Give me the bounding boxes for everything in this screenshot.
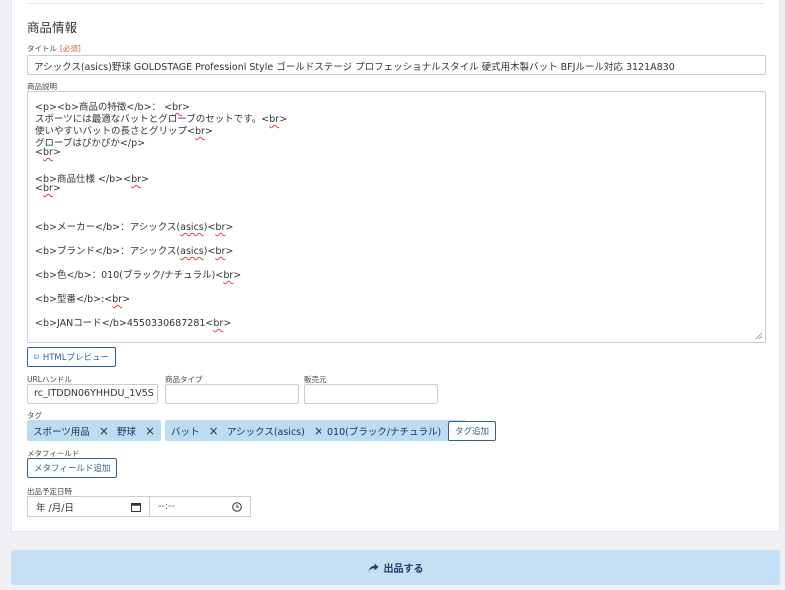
description-line: <br>: [35, 183, 61, 194]
tag-label: スポーツ用品: [33, 426, 90, 438]
tag-chip: 野球 ×: [111, 420, 162, 441]
html-preview-button[interactable]: HTMLプレビュー: [27, 347, 116, 367]
schedule-time-input[interactable]: --:--: [149, 496, 251, 517]
tag-label: アシックス(asics): [227, 426, 305, 438]
description-line: <br>: [35, 147, 61, 158]
product-type-input[interactable]: [165, 384, 299, 404]
tag-label: 010(ブラック/ナチュラル): [327, 426, 442, 438]
description-line: <b>色</b>：010(ブラック/ナチュラル)<br>: [35, 270, 242, 281]
product-info-panel: 商品情報 タイトル [必須] アシックス(asics)野球 GOLDSTAGE P…: [11, 0, 780, 532]
remove-tag-icon[interactable]: ×: [145, 424, 155, 438]
remove-tag-icon[interactable]: ×: [209, 424, 219, 438]
calendar-icon[interactable]: [131, 502, 141, 512]
divider: [27, 3, 764, 4]
tag-chip: 010(ブラック/ナチュラル) ×: [321, 420, 467, 441]
tag-label: バット: [171, 426, 200, 438]
tag-chip: バット ×: [165, 420, 225, 441]
tag-label: 野球: [117, 426, 137, 438]
tag-chip: スポーツ用品 ×: [27, 420, 115, 441]
remove-tag-icon[interactable]: ×: [99, 424, 109, 438]
time-placeholder: --:--: [158, 501, 175, 512]
monitor-icon: [34, 354, 39, 359]
required-mark: [必須]: [60, 44, 81, 53]
title-input[interactable]: アシックス(asics)野球 GOLDSTAGE Professionl Sty…: [27, 55, 766, 75]
description-line: <b>ブランド</b>：アシックス(asics)<br>: [35, 246, 234, 257]
description-line: <b>型番</b>:<br>: [35, 294, 131, 305]
submit-label: 出品する: [383, 564, 424, 575]
add-metafield-button[interactable]: メタフィールド追加: [27, 458, 118, 478]
description-line: <b>JANコード</b>4550330687281<br>: [35, 318, 232, 329]
description-line: <b>メーカー</b>：アシックス(asics)<br>: [35, 222, 234, 233]
clock-icon[interactable]: [232, 501, 242, 512]
html-preview-label: HTMLプレビュー: [42, 353, 109, 363]
tag-chip: アシックス(asics) ×: [221, 420, 330, 441]
add-tag-button[interactable]: タグ追加: [448, 421, 497, 441]
submit-listing-button[interactable]: 出品する: [11, 550, 780, 585]
url-handle-input[interactable]: rc_ITDDN06YHHDU_1V5S: [27, 384, 158, 404]
date-placeholder: 年 /月/日: [36, 502, 74, 514]
section-title: 商品情報: [27, 20, 78, 35]
title-label: タイトル [必須]: [27, 44, 81, 53]
resize-grip-icon[interactable]: [755, 332, 763, 340]
add-tag-label: タグ追加: [455, 427, 490, 437]
share-arrow-icon: [368, 563, 378, 572]
schedule-date-input[interactable]: 年 /月/日: [27, 496, 150, 517]
add-metafield-label: メタフィールド追加: [34, 464, 111, 474]
vendor-input[interactable]: [304, 384, 438, 404]
description-textarea[interactable]: <p><b>商品の特徴</b>： <br> スポーツには最適なバットとグローブの…: [27, 91, 766, 343]
